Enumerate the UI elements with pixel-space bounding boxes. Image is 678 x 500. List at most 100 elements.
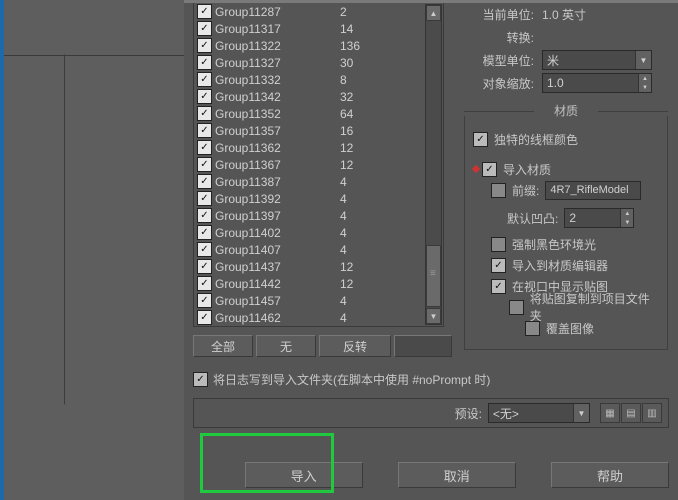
- viewport-background: [0, 0, 188, 500]
- list-item[interactable]: ✓Group1131714: [195, 20, 426, 37]
- item-count: 32: [340, 90, 353, 104]
- list-item[interactable]: ✓Group1132730: [195, 54, 426, 71]
- checkbox-icon: ✓: [197, 242, 212, 257]
- model-unit-label: 模型单位:: [464, 52, 534, 69]
- list-item[interactable]: ✓Group1136212: [195, 139, 426, 156]
- item-name: Group11342: [215, 90, 340, 104]
- write-log-checkbox-row[interactable]: ✓ 将日志写到导入文件夹(在脚本中使用 #noPrompt 时): [193, 371, 490, 388]
- model-unit-dropdown[interactable]: 米 ▼: [542, 50, 652, 70]
- preset-icon-3[interactable]: ▥: [642, 403, 662, 423]
- cancel-button[interactable]: 取消: [398, 462, 516, 488]
- item-name: Group11442: [215, 277, 340, 291]
- preset-icon-2[interactable]: ▤: [621, 403, 641, 423]
- checkbox-icon: ✓: [197, 157, 212, 172]
- default-bump-spinner[interactable]: 2 ▲▼: [564, 208, 634, 228]
- item-count: 12: [340, 158, 353, 172]
- checkbox-icon: ✓: [197, 89, 212, 104]
- item-name: Group11387: [215, 175, 340, 189]
- item-name: Group11352: [215, 107, 340, 121]
- checkbox-icon: ✓: [197, 72, 212, 87]
- write-log-label: 将日志写到导入文件夹(在脚本中使用 #noPrompt 时): [213, 371, 490, 388]
- prefix-field[interactable]: 4R7_RifleModel: [545, 181, 641, 200]
- item-name: Group11332: [215, 73, 340, 87]
- select-all-button[interactable]: 全部: [193, 335, 253, 357]
- scroll-thumb[interactable]: [426, 245, 441, 307]
- object-scale-spinner[interactable]: 1.0 ▲▼: [542, 73, 652, 93]
- import-button[interactable]: 导入: [245, 462, 363, 488]
- checkbox-icon: ✓: [197, 259, 212, 274]
- checkbox-icon: ✓: [473, 132, 488, 147]
- list-item[interactable]: ✓Group114574: [195, 292, 426, 309]
- default-bump-value: 2: [569, 211, 576, 225]
- prefix-row: 前缀: 4R7_RifleModel: [491, 180, 659, 200]
- list-item[interactable]: ✓Group1143712: [195, 258, 426, 275]
- object-scale-value: 1.0: [547, 76, 564, 90]
- model-unit-value: 米: [547, 52, 559, 69]
- list-item[interactable]: ✓Group112872: [195, 3, 426, 20]
- copy-to-project-checkbox[interactable]: 将贴图复制到项目文件夹: [509, 297, 659, 317]
- unique-wireframe-checkbox[interactable]: ✓ 独特的线框颜色: [473, 129, 659, 149]
- list-item[interactable]: ✓Group113974: [195, 207, 426, 224]
- list-item[interactable]: ✓Group1134232: [195, 88, 426, 105]
- object-list: ✓Group112872✓Group1131714✓Group11322136✓…: [193, 3, 444, 327]
- item-name: Group11362: [215, 141, 340, 155]
- item-count: 12: [340, 277, 353, 291]
- force-black-label: 强制黑色环境光: [512, 236, 596, 253]
- import-material-checkbox[interactable]: ✓ 导入材质: [473, 159, 659, 179]
- list-item[interactable]: ✓Group113874: [195, 173, 426, 190]
- checkbox-icon: ✓: [197, 55, 212, 70]
- item-count: 12: [340, 260, 353, 274]
- checkbox-icon: ✓: [197, 4, 212, 19]
- item-count: 8: [340, 73, 347, 87]
- list-item[interactable]: ✓Group1144212: [195, 275, 426, 292]
- help-button[interactable]: 帮助: [551, 462, 669, 488]
- invert-selection-button[interactable]: 反转: [319, 335, 391, 357]
- list-item[interactable]: ✓Group11322136: [195, 37, 426, 54]
- item-name: Group11397: [215, 209, 340, 223]
- filter-field[interactable]: [394, 335, 452, 357]
- list-item[interactable]: ✓Group113328: [195, 71, 426, 88]
- preset-dropdown[interactable]: <无> ▼: [488, 403, 590, 423]
- chevron-down-icon: ▼: [573, 404, 589, 422]
- import-to-editor-checkbox[interactable]: ✓ 导入到材质编辑器: [491, 255, 659, 275]
- scroll-down-icon[interactable]: ▼: [426, 308, 441, 324]
- checkbox-icon: ✓: [491, 279, 506, 294]
- checkbox-icon: [525, 321, 540, 336]
- list-item[interactable]: ✓Group1135264: [195, 105, 426, 122]
- item-name: Group11457: [215, 294, 340, 308]
- item-count: 2: [340, 5, 347, 19]
- unique-wireframe-label: 独特的线框颜色: [494, 131, 578, 148]
- item-name: Group11367: [215, 158, 340, 172]
- item-name: Group11327: [215, 56, 340, 70]
- checkbox-icon: ✓: [197, 310, 212, 325]
- list-item[interactable]: ✓Group1136712: [195, 156, 426, 173]
- default-bump-row: 默认凹凸: 2 ▲▼: [491, 208, 659, 228]
- list-item[interactable]: ✓Group114074: [195, 241, 426, 258]
- item-count: 136: [340, 39, 360, 53]
- spin-up-icon: ▲: [638, 74, 651, 83]
- checkbox-icon[interactable]: [491, 183, 506, 198]
- list-item[interactable]: ✓Group114024: [195, 224, 426, 241]
- list-item[interactable]: ✓Group114624: [195, 309, 426, 325]
- list-item[interactable]: ✓Group1135716: [195, 122, 426, 139]
- list-item[interactable]: ✓Group113924: [195, 190, 426, 207]
- item-count: 4: [340, 175, 347, 189]
- checkbox-icon: [509, 300, 524, 315]
- default-bump-label: 默认凹凸:: [507, 210, 558, 227]
- preset-label: 预设:: [200, 405, 482, 422]
- checkbox-icon: ✓: [197, 21, 212, 36]
- scroll-up-icon[interactable]: ▲: [426, 5, 441, 21]
- force-black-ambient-checkbox[interactable]: 强制黑色环境光: [491, 234, 659, 254]
- checkbox-icon: ✓: [197, 191, 212, 206]
- item-count: 4: [340, 243, 347, 257]
- item-count: 64: [340, 107, 353, 121]
- checkbox-icon: ✓: [197, 38, 212, 53]
- item-count: 30: [340, 56, 353, 70]
- spin-down-icon: ▼: [638, 83, 651, 92]
- preset-icon-1[interactable]: ▦: [600, 403, 620, 423]
- select-none-button[interactable]: 无: [256, 335, 316, 357]
- item-count: 14: [340, 22, 353, 36]
- list-scrollbar[interactable]: ▲ ▼: [425, 4, 442, 325]
- chevron-down-icon: ▼: [635, 51, 651, 69]
- item-name: Group11402: [215, 226, 340, 240]
